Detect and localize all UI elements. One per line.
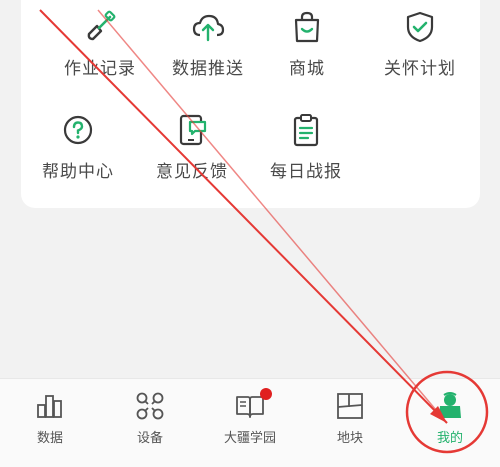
tab-label: 数据	[36, 431, 63, 446]
menu-item-feedback[interactable]: 意见反馈	[132, 113, 252, 182]
menu-item-help-center[interactable]: 帮助中心	[18, 113, 138, 182]
bar-chart-icon	[37, 395, 62, 418]
tab-me[interactable]: 我的	[400, 391, 500, 446]
tab-devices[interactable]: 设备	[100, 391, 200, 446]
tab-label: 地块	[336, 431, 363, 446]
menu-item-label: 每日战报	[270, 162, 342, 182]
menu-item-label: 帮助中心	[42, 162, 114, 182]
menu-item-label: 商城	[289, 59, 325, 79]
help-circle-icon	[63, 115, 93, 145]
cloud-upload-icon	[192, 14, 225, 42]
notification-badge	[260, 388, 272, 400]
menu-card: 作业记录 数据推送 商城 关怀计划 帮助中心 意见反馈 每日战报	[21, 0, 480, 208]
tab-label: 设备	[136, 431, 163, 446]
map-plot-icon	[337, 393, 363, 419]
shovel-icon	[87, 10, 116, 41]
menu-item-work-records[interactable]: 作业记录	[40, 10, 160, 79]
user-icon	[439, 392, 461, 418]
tab-label: 我的	[436, 431, 463, 446]
menu-item-mall[interactable]: 商城	[247, 10, 367, 79]
bottom-tab-bar: 数据 设备 大疆学园 地块 我的	[0, 378, 500, 467]
menu-item-label: 作业记录	[64, 59, 136, 79]
tab-label: 大疆学园	[223, 431, 276, 446]
tab-data[interactable]: 数据	[0, 391, 100, 446]
menu-item-label: 数据推送	[172, 59, 244, 79]
clipboard-report-icon	[293, 114, 319, 147]
menu-item-label: 关怀计划	[384, 59, 456, 79]
feedback-phone-icon	[179, 114, 207, 146]
menu-item-care-plan[interactable]: 关怀计划	[360, 10, 480, 79]
shopping-bag-icon	[294, 11, 320, 43]
menu-item-label: 意见反馈	[156, 162, 228, 182]
menu-item-daily-report[interactable]: 每日战报	[246, 113, 366, 182]
drone-icon	[136, 392, 164, 420]
tab-academy[interactable]: 大疆学园	[200, 388, 300, 446]
shield-check-icon	[406, 11, 434, 43]
tab-plots[interactable]: 地块	[300, 391, 400, 446]
